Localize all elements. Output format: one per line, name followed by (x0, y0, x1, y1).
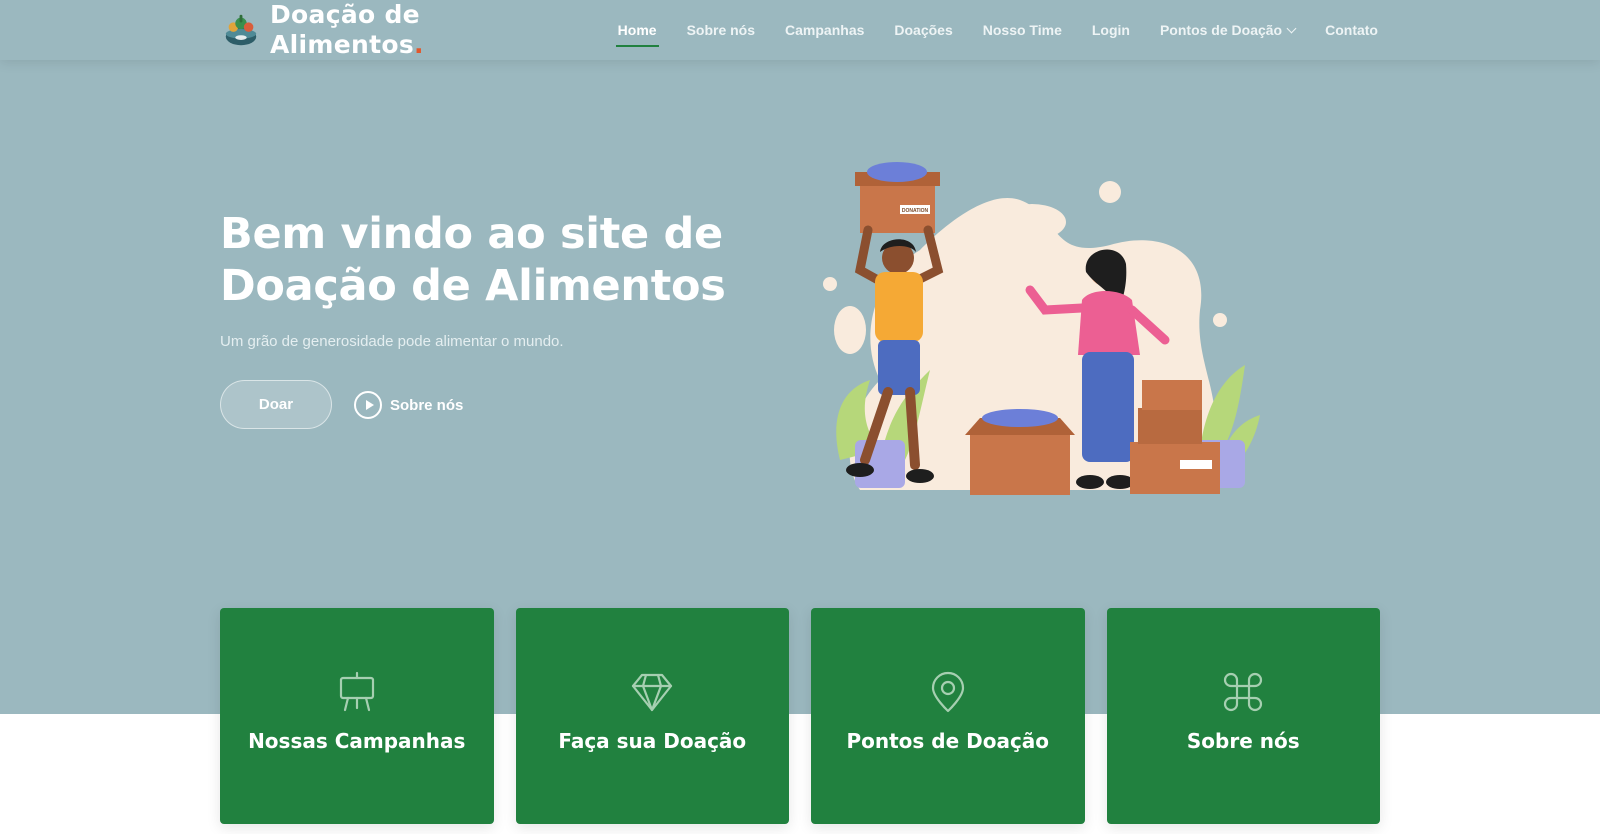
man-shoe-right (906, 469, 934, 483)
sobre-nos-video-button[interactable]: Sobre nós (354, 391, 463, 419)
chevron-down-icon (1286, 23, 1297, 34)
blob-drop-2 (834, 306, 866, 354)
command-icon (1224, 672, 1263, 712)
card-faca-sua-doacao[interactable]: Faça sua Doação (515, 608, 789, 824)
brand-name: Doação de Alimentos. (270, 0, 424, 60)
blob-drop-1 (998, 204, 1066, 240)
man-shirt (875, 272, 923, 342)
woman-shoe-left (1076, 475, 1104, 489)
nav-pontos-label: Pontos de Doação (1159, 22, 1283, 38)
blob-dot-2 (823, 277, 837, 291)
hero-title-line2: Doação de Alimentos (220, 261, 726, 311)
card-title-nossas-campanhas: Nossas Campanhas (248, 729, 466, 753)
man-box-contents (867, 162, 927, 182)
play-circle-icon (354, 391, 382, 419)
brand-logo[interactable]: Doação de Alimentos. (222, 0, 424, 60)
stack-box-label (1180, 460, 1212, 469)
blob-dot-3 (1213, 313, 1227, 327)
hero-title: Bem vindo ao site de Doação de Alimentos (220, 208, 726, 312)
easel-icon (339, 671, 374, 712)
card-nossas-campanhas[interactable]: Nossas Campanhas (220, 608, 494, 824)
doar-button[interactable]: Doar (220, 380, 332, 429)
card-title-sobre-nos: Sobre nós (1186, 729, 1300, 753)
woman-pants (1082, 352, 1134, 462)
card-pontos-de-doacao[interactable]: Pontos de Doação (811, 608, 1085, 824)
nav-login[interactable]: Login (1092, 22, 1130, 38)
woman-shirt (1078, 291, 1140, 355)
brand-line2: Alimentos (270, 30, 414, 59)
brand-dot: . (414, 30, 424, 59)
brand-line1: Doação de (270, 0, 420, 29)
food-bowl-logo-icon (225, 14, 257, 46)
hero-background (0, 0, 1600, 714)
woman-shoe-right (1106, 475, 1134, 489)
man-pants (878, 340, 920, 395)
stack-box-middle (1138, 408, 1202, 444)
card-title-faca-sua-doacao: Faça sua Doação (558, 729, 747, 753)
hero-title-line1: Bem vindo ao site de (220, 209, 723, 259)
map-pin-icon (931, 671, 964, 713)
hero-subtitle: Um grão de generosidade pode alimentar o… (220, 333, 564, 350)
donation-illustration: DONATION (823, 162, 1260, 495)
nav-contato[interactable]: Contato (1325, 22, 1378, 38)
sobre-nos-button-label: Sobre nós (390, 396, 464, 414)
stack-box-top (1142, 380, 1202, 410)
card-title-pontos-de-doacao: Pontos de Doação (846, 729, 1050, 753)
site-header: Doação de Alimentos. Home Sobre nós Camp… (0, 0, 1600, 60)
nav-nosso-time[interactable]: Nosso Time (983, 22, 1062, 38)
nav-doacoes[interactable]: Doações (894, 22, 952, 38)
card-sobre-nos[interactable]: Sobre nós (1106, 608, 1380, 824)
feature-cards: Nossas Campanhas Faça sua Doação Pontos … (220, 608, 1380, 824)
nav-home[interactable]: Home (615, 22, 659, 47)
nav-pontos-de-doacao[interactable]: Pontos de Doação (1159, 22, 1297, 38)
man-box-label-text: DONATION (902, 208, 929, 214)
nav-campanhas[interactable]: Campanhas (785, 22, 864, 38)
main-nav: Home Sobre nós Campanhas Doações Nosso T… (615, 0, 1378, 60)
man-shoe-left (846, 463, 874, 477)
center-box-contents (982, 409, 1058, 427)
diamond-icon (632, 673, 673, 712)
center-box (970, 435, 1070, 495)
blob-dot-1 (1099, 181, 1121, 203)
nav-sobre-nos[interactable]: Sobre nós (687, 22, 755, 38)
